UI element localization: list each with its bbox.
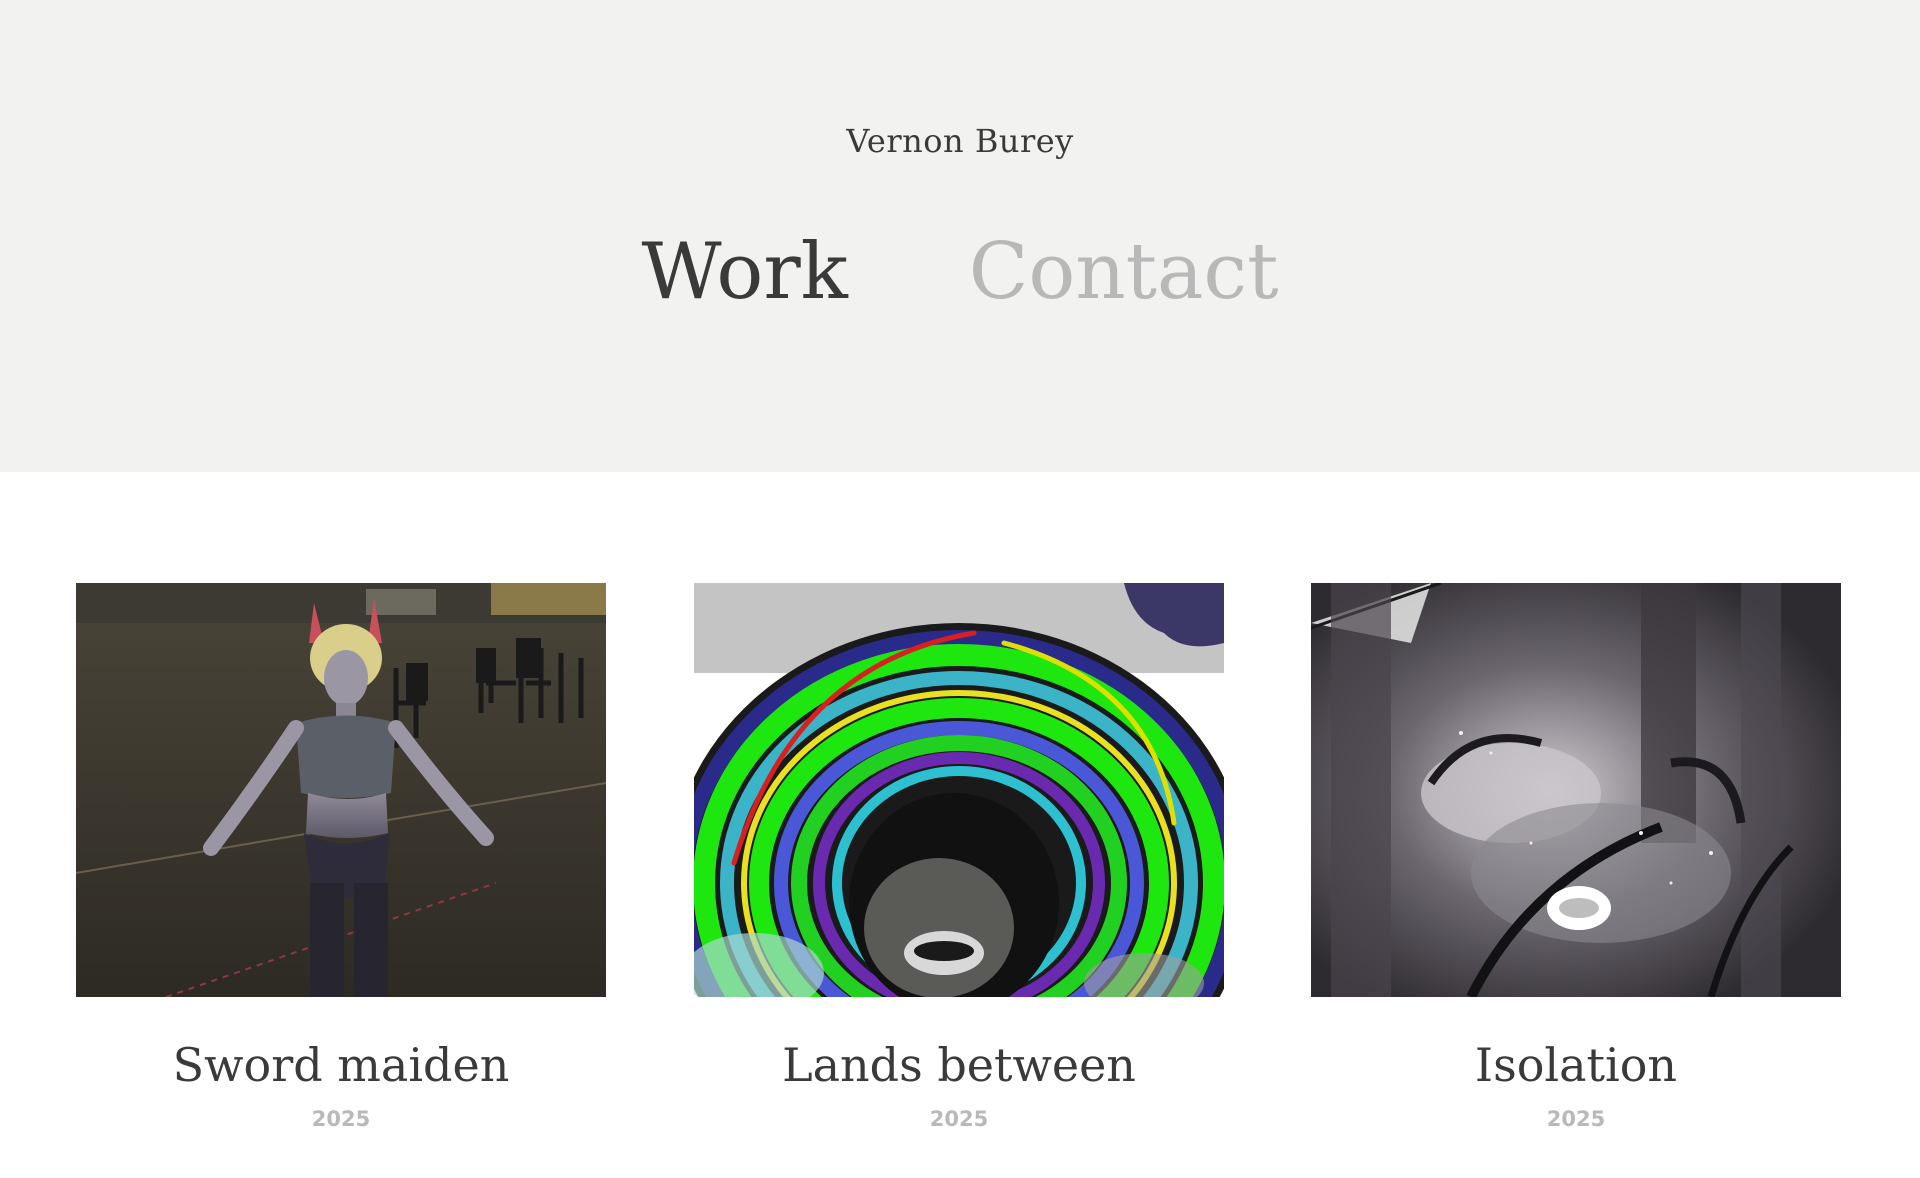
site-name[interactable]: Vernon Burey [0, 122, 1920, 160]
nav-contact-link[interactable]: Contact [969, 222, 1279, 322]
project-card-lands-between[interactable]: Lands between 2025 [694, 583, 1224, 1131]
project-thumbnail[interactable] [694, 583, 1224, 997]
project-card-isolation[interactable]: Isolation 2025 [1311, 583, 1841, 1131]
nav-work-link[interactable]: Work [642, 222, 848, 322]
main-nav: Work Contact [0, 222, 1920, 322]
forest-painting-image [1311, 583, 1841, 997]
project-title[interactable]: Isolation [1311, 1037, 1841, 1093]
project-title[interactable]: Sword maiden [76, 1037, 606, 1093]
site-header: Vernon Burey Work Contact [0, 0, 1920, 472]
project-year: 2025 [1546, 1107, 1606, 1131]
project-year: 2025 [929, 1107, 989, 1131]
project-thumbnail[interactable] [76, 583, 606, 997]
swirl-painting-image [694, 583, 1224, 997]
project-card-sword-maiden[interactable]: Sword maiden 2025 [76, 583, 606, 1131]
project-thumbnail[interactable] [1311, 583, 1841, 997]
project-year: 2025 [311, 1107, 371, 1131]
character-render-image [76, 583, 606, 997]
project-title[interactable]: Lands between [694, 1037, 1224, 1093]
